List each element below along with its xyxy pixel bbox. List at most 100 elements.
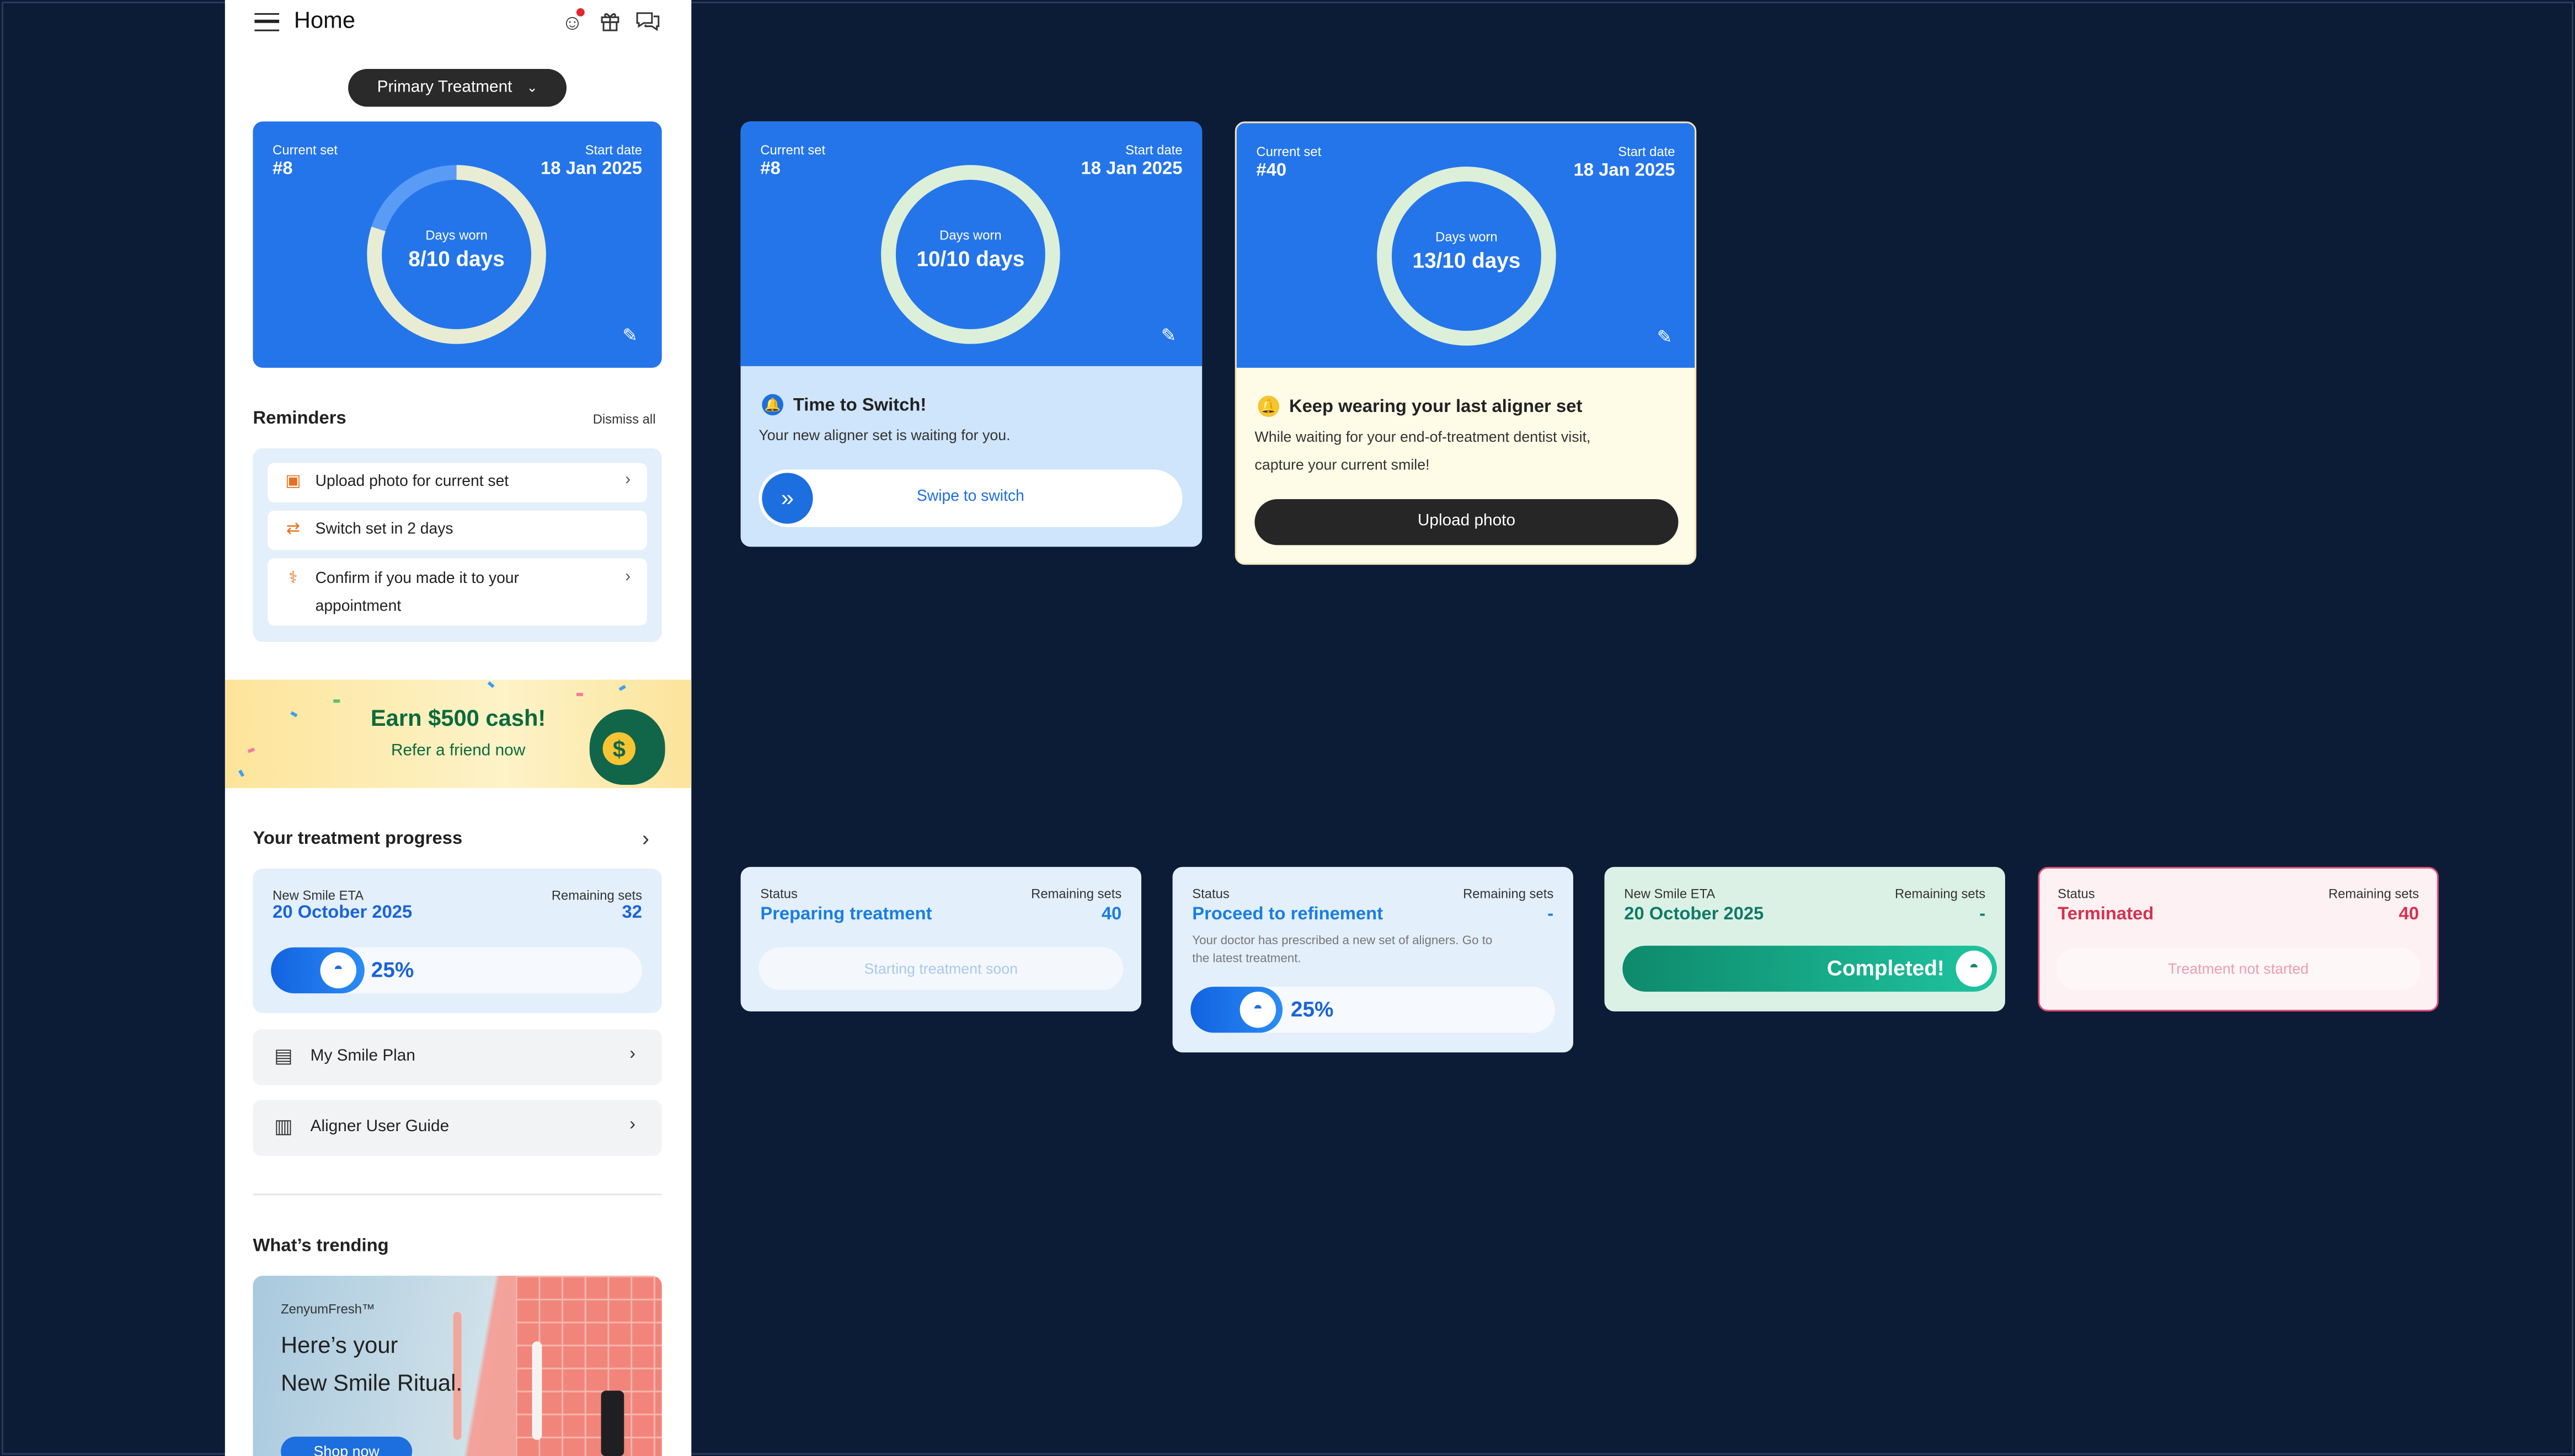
remaining-label: Remaining sets bbox=[1895, 886, 1986, 902]
status-label: Status bbox=[2058, 886, 2095, 902]
chat-icon[interactable] bbox=[635, 10, 660, 35]
reminder-switch-set: ⇄ Switch set in 2 days bbox=[268, 510, 647, 550]
trending-card[interactable]: ZenyumFresh™ Here’s your New Smile Ritua… bbox=[253, 1276, 662, 1456]
progress-percent: 25% bbox=[371, 957, 414, 982]
days-worn-value: 10/10 days bbox=[916, 246, 1025, 271]
confetti bbox=[576, 693, 583, 697]
canvas: Home ☺ Primary Treatment ⌄ Current set #… bbox=[0, 0, 2575, 1456]
bell-icon: 🔔 bbox=[762, 394, 784, 416]
reminders-list: ▣ Upload photo for current set › ⇄ Switc… bbox=[253, 448, 662, 643]
divider bbox=[253, 1193, 662, 1196]
remaining-value: - bbox=[1547, 904, 1554, 925]
days-worn-ring: Days worn 10/10 days bbox=[879, 163, 1062, 346]
switch-alert-card: Current set #8 Start date 18 Jan 2025 Da… bbox=[740, 121, 1203, 547]
chevron-right-icon[interactable]: › bbox=[642, 826, 649, 850]
remaining-value: 40 bbox=[1101, 904, 1122, 925]
remaining-label: Remaining sets bbox=[551, 888, 643, 903]
home-screen-panel[interactable]: Home ☺ Primary Treatment ⌄ Current set #… bbox=[225, 0, 692, 1456]
toothbrush-image bbox=[532, 1341, 542, 1440]
link-label: Aligner User Guide bbox=[310, 1118, 450, 1137]
trending-headline-line1: Here’s your bbox=[281, 1331, 398, 1358]
reminder-label: Upload photo for current set bbox=[315, 473, 509, 491]
gift-icon[interactable] bbox=[598, 10, 623, 35]
start-date-label: Start date bbox=[585, 142, 643, 158]
treatment-selector-label: Primary Treatment bbox=[377, 78, 512, 97]
chevron-right-icon: › bbox=[625, 471, 631, 490]
switch-icon: ⇄ bbox=[286, 520, 300, 539]
status-card-refinement[interactable]: Status Proceed to refinement Remaining s… bbox=[1172, 866, 1573, 1053]
aligner-knob-icon: ◓ bbox=[1956, 950, 1992, 987]
alert-body: Your new aligner set is waiting for you. bbox=[758, 427, 1011, 443]
last-aligner-alert-card: Current set #40 Start date 18 Jan 2025 D… bbox=[1235, 121, 1697, 565]
confetti bbox=[487, 681, 495, 688]
document-icon: ▤ bbox=[274, 1044, 293, 1068]
reminder-confirm-appointment[interactable]: ⚕ Confirm if you made it to your appoint… bbox=[268, 558, 647, 626]
completed-bar: Completed! ◓ bbox=[1622, 945, 1997, 992]
reminder-upload-photo[interactable]: ▣ Upload photo for current set › bbox=[268, 463, 647, 502]
current-set-label: Current set bbox=[760, 142, 826, 158]
emoji-icon[interactable]: ☺ bbox=[560, 8, 585, 35]
start-date-value: 18 Jan 2025 bbox=[541, 159, 643, 179]
chevron-right-icon: › bbox=[629, 1115, 636, 1135]
status-value: Terminated bbox=[2058, 904, 2154, 925]
status-bar: Treatment not started bbox=[2056, 947, 2421, 991]
aligner-progress-card: Current set #8 Start date 18 Jan 2025 Da… bbox=[740, 121, 1203, 366]
aligner-knob-icon: ◓ bbox=[1240, 992, 1276, 1028]
chat-svg bbox=[636, 12, 660, 31]
status-note-line2: the latest treatment. bbox=[1192, 950, 1301, 966]
reminder-label-line1: Confirm if you made it to your bbox=[315, 570, 519, 588]
remaining-value: - bbox=[1979, 904, 1986, 925]
alert-body-line2: capture your current smile! bbox=[1254, 456, 1430, 473]
referral-banner[interactable]: Earn $500 cash! Refer a friend now $ bbox=[225, 679, 692, 788]
dismiss-all-button[interactable]: Dismiss all bbox=[593, 412, 656, 427]
trending-title: What’s trending bbox=[253, 1236, 389, 1256]
aligner-user-guide-link[interactable]: ▥ Aligner User Guide › bbox=[253, 1100, 662, 1156]
reminder-label: Switch set in 2 days bbox=[315, 520, 453, 539]
days-worn-ring: Days worn 8/10 days bbox=[365, 163, 548, 346]
gift-svg bbox=[601, 13, 619, 31]
swipe-to-switch-slider[interactable]: » Swipe to switch bbox=[758, 469, 1183, 527]
aligner-progress-card: Current set #8 Start date 18 Jan 2025 Da… bbox=[253, 121, 662, 368]
device-image bbox=[601, 1390, 624, 1456]
my-smile-plan-link[interactable]: ▤ My Smile Plan › bbox=[253, 1029, 662, 1085]
treatment-progress-card[interactable]: New Smile ETA 20 October 2025 Remaining … bbox=[253, 868, 662, 1013]
upload-photo-button[interactable]: Upload photo bbox=[1254, 499, 1679, 545]
status-card-terminated: Status Terminated Remaining sets 40 Trea… bbox=[2038, 866, 2439, 1011]
swipe-label: Swipe to switch bbox=[916, 488, 1024, 506]
reminder-label-line2: appointment bbox=[315, 597, 402, 616]
progress-title: Your treatment progress bbox=[253, 829, 463, 849]
status-card-preparing: Status Preparing treatment Remaining set… bbox=[740, 866, 1142, 1011]
chevron-down-icon: ⌄ bbox=[526, 80, 538, 95]
shop-now-button[interactable]: Shop now bbox=[281, 1436, 413, 1456]
remaining-label: Remaining sets bbox=[1463, 886, 1554, 902]
eta-label: New Smile ETA bbox=[1624, 886, 1716, 902]
eta-value: 20 October 2025 bbox=[273, 903, 413, 923]
days-worn-value: 13/10 days bbox=[1412, 248, 1521, 273]
trending-headline-line2: New Smile Ritual. bbox=[281, 1369, 462, 1396]
eta-label: New Smile ETA bbox=[273, 888, 364, 903]
page-title: Home bbox=[293, 6, 356, 33]
status-card-completed: New Smile ETA 20 October 2025 Remaining … bbox=[1604, 866, 2005, 1011]
status-note-line1: Your doctor has prescribed a new set of … bbox=[1192, 932, 1493, 948]
start-date-label: Start date bbox=[1125, 142, 1183, 158]
treatment-selector[interactable]: Primary Treatment ⌄ bbox=[348, 69, 567, 107]
link-label: My Smile Plan bbox=[310, 1047, 415, 1066]
edit-pencil-icon[interactable]: ✎ bbox=[1657, 326, 1672, 348]
days-worn-value: 8/10 days bbox=[408, 246, 505, 271]
status-value: Preparing treatment bbox=[760, 904, 932, 925]
remaining-value: 40 bbox=[2398, 904, 2419, 925]
eta-value: 20 October 2025 bbox=[1624, 904, 1764, 925]
edit-pencil-icon[interactable]: ✎ bbox=[1161, 325, 1176, 346]
edit-pencil-icon[interactable]: ✎ bbox=[622, 325, 637, 346]
aligner-progress-card: Current set #40 Start date 18 Jan 2025 D… bbox=[1236, 123, 1695, 368]
completed-label: Completed! bbox=[1826, 955, 1944, 981]
remaining-label: Remaining sets bbox=[1031, 886, 1122, 902]
money-bag-icon: $ bbox=[589, 709, 665, 785]
status-label: Status bbox=[1192, 886, 1230, 902]
chevron-right-icon: › bbox=[629, 1044, 636, 1064]
menu-icon[interactable] bbox=[254, 13, 280, 31]
coin-label: $ bbox=[602, 732, 636, 766]
alert-body-line1: While waiting for your end-of-treatment … bbox=[1254, 428, 1591, 445]
chevron-right-icon: › bbox=[625, 568, 631, 586]
aligner-knob-icon: ◓ bbox=[320, 952, 357, 989]
